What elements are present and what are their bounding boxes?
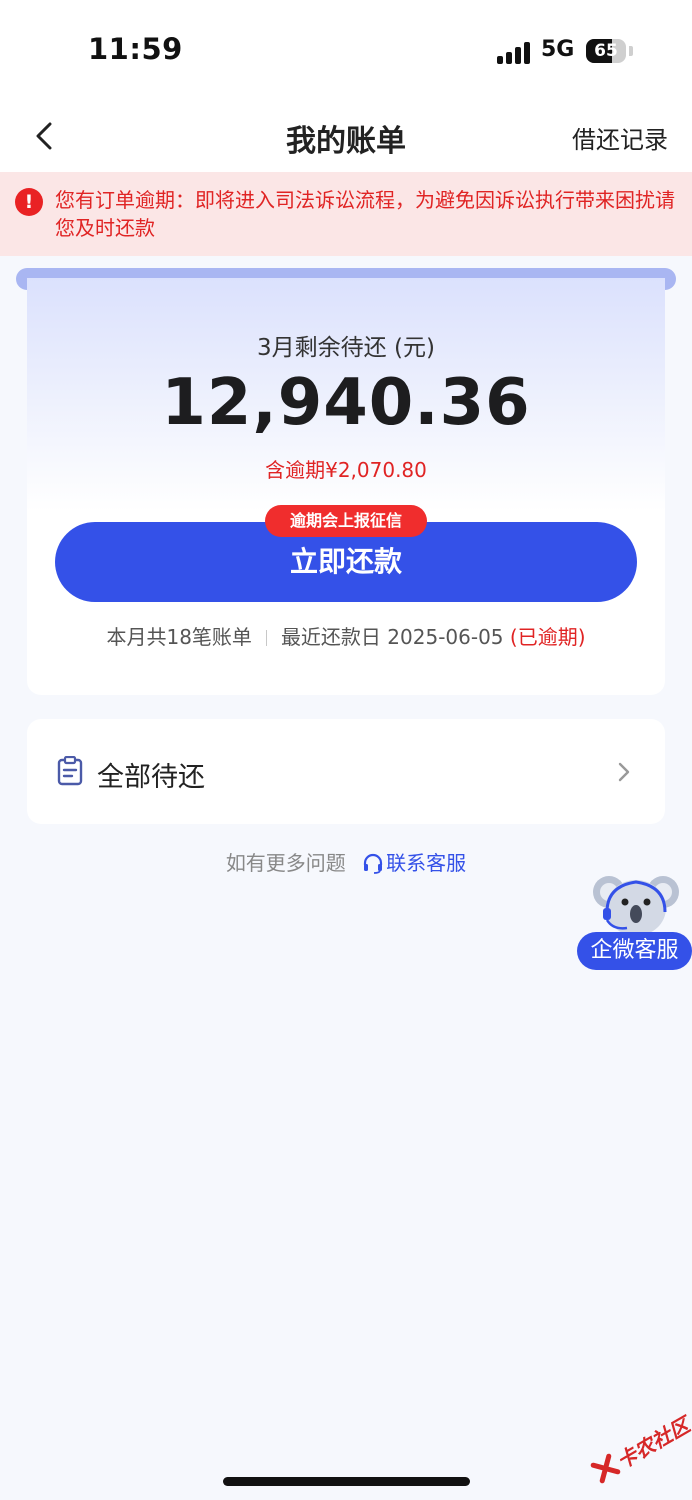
koala-agent-icon [593, 876, 679, 936]
credit-report-badge: 逾期会上报征信 [265, 505, 427, 537]
meta-divider [265, 630, 267, 646]
chevron-right-icon [618, 762, 630, 782]
battery-level: 65 [594, 41, 618, 61]
watermark: 卡农社区 [579, 1396, 692, 1499]
due-date: 最近还款日 2025-06-05 [280, 625, 504, 649]
nav-bar: 我的账单 借还记录 [0, 100, 692, 172]
document-icon [57, 756, 83, 786]
network-type: 5G [541, 37, 575, 62]
contact-service-label: 联系客服 [386, 851, 467, 875]
overdue-tag: (已逾期) [509, 625, 586, 649]
battery-icon: 65 [586, 39, 626, 63]
signal-icon [497, 40, 533, 64]
status-bar: 11:59 5G 65 [0, 0, 692, 100]
status-time: 11:59 [88, 32, 183, 66]
battery-cap [629, 46, 633, 56]
remaining-amount: 12,940.36 [161, 366, 531, 440]
wecom-service-label: 企微客服 [577, 932, 692, 970]
all-pending-row[interactable]: 全部待还 [27, 719, 665, 824]
remaining-label: 3月剩余待还 (元) [257, 335, 435, 361]
bill-count: 本月共18笔账单 [106, 625, 252, 649]
bill-page: 11:59 5G 65 我的账单 借还记录 ! 您有订单逾期：即将进入司法诉讼流… [0, 0, 692, 1500]
borrow-repay-records-link[interactable]: 借还记录 [572, 120, 668, 155]
home-indicator[interactable] [223, 1477, 470, 1486]
exclamation-circle-icon: ! [15, 188, 43, 216]
all-pending-label: 全部待还 [97, 762, 205, 793]
contact-service-link[interactable]: 联系客服 [352, 851, 466, 875]
watermark-text: 卡农社区 [612, 1412, 692, 1474]
bill-meta: 本月共18笔账单 最近还款日 2025-06-05 (已逾期) [27, 621, 665, 650]
help-prefix: 如有更多问题 [225, 851, 346, 875]
overdue-amount: 含逾期¥2,070.80 [265, 458, 427, 482]
bill-summary-card: 3月剩余待还 (元) 12,940.36 含逾期¥2,070.80 立即还款 逾… [27, 278, 665, 695]
wecom-service-float-button[interactable]: 企微客服 [577, 872, 692, 972]
overdue-alert-banner: ! 您有订单逾期：即将进入司法诉讼流程，为避免因诉讼执行带来困扰请您及时还款 [0, 172, 692, 256]
alert-text: 您有订单逾期：即将进入司法诉讼流程，为避免因诉讼执行带来困扰请您及时还款 [55, 188, 675, 240]
headset-icon [364, 853, 383, 874]
